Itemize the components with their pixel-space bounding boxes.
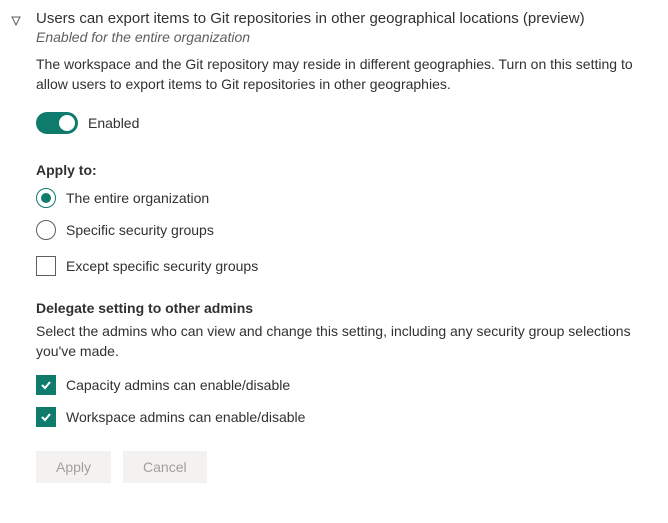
checkbox-label: Except specific security groups <box>66 258 258 274</box>
checkbox-capacity-admins[interactable]: Capacity admins can enable/disable <box>36 375 648 395</box>
checkbox-label: Workspace admins can enable/disable <box>66 409 305 425</box>
delegate-description: Select the admins who can view and chang… <box>36 322 648 361</box>
toggle-thumb <box>59 115 75 131</box>
cancel-button[interactable]: Cancel <box>123 451 207 483</box>
enable-toggle-label: Enabled <box>88 115 139 131</box>
setting-scope-subtitle: Enabled for the entire organization <box>36 29 648 45</box>
radio-label: Specific security groups <box>66 222 214 238</box>
checkbox-icon <box>36 407 56 427</box>
collapse-icon[interactable] <box>10 14 24 28</box>
radio-icon <box>36 188 56 208</box>
radio-specific-security-groups[interactable]: Specific security groups <box>36 220 648 240</box>
setting-panel: Users can export items to Git repositori… <box>10 10 648 483</box>
apply-button[interactable]: Apply <box>36 451 111 483</box>
checkbox-workspace-admins[interactable]: Workspace admins can enable/disable <box>36 407 648 427</box>
radio-label: The entire organization <box>66 190 209 206</box>
apply-to-heading: Apply to: <box>36 162 648 178</box>
radio-icon <box>36 220 56 240</box>
setting-title: Users can export items to Git repositori… <box>36 10 648 27</box>
setting-description: The workspace and the Git repository may… <box>36 55 648 94</box>
enable-toggle-row: Enabled <box>36 112 648 134</box>
action-buttons: Apply Cancel <box>36 451 648 483</box>
checkbox-icon <box>36 256 56 276</box>
enable-toggle[interactable] <box>36 112 78 134</box>
checkbox-except-groups[interactable]: Except specific security groups <box>36 256 648 276</box>
radio-entire-organization[interactable]: The entire organization <box>36 188 648 208</box>
delegate-heading: Delegate setting to other admins <box>36 300 648 316</box>
radio-dot <box>41 193 51 203</box>
setting-content: Users can export items to Git repositori… <box>36 10 648 483</box>
checkbox-icon <box>36 375 56 395</box>
checkbox-label: Capacity admins can enable/disable <box>66 377 290 393</box>
